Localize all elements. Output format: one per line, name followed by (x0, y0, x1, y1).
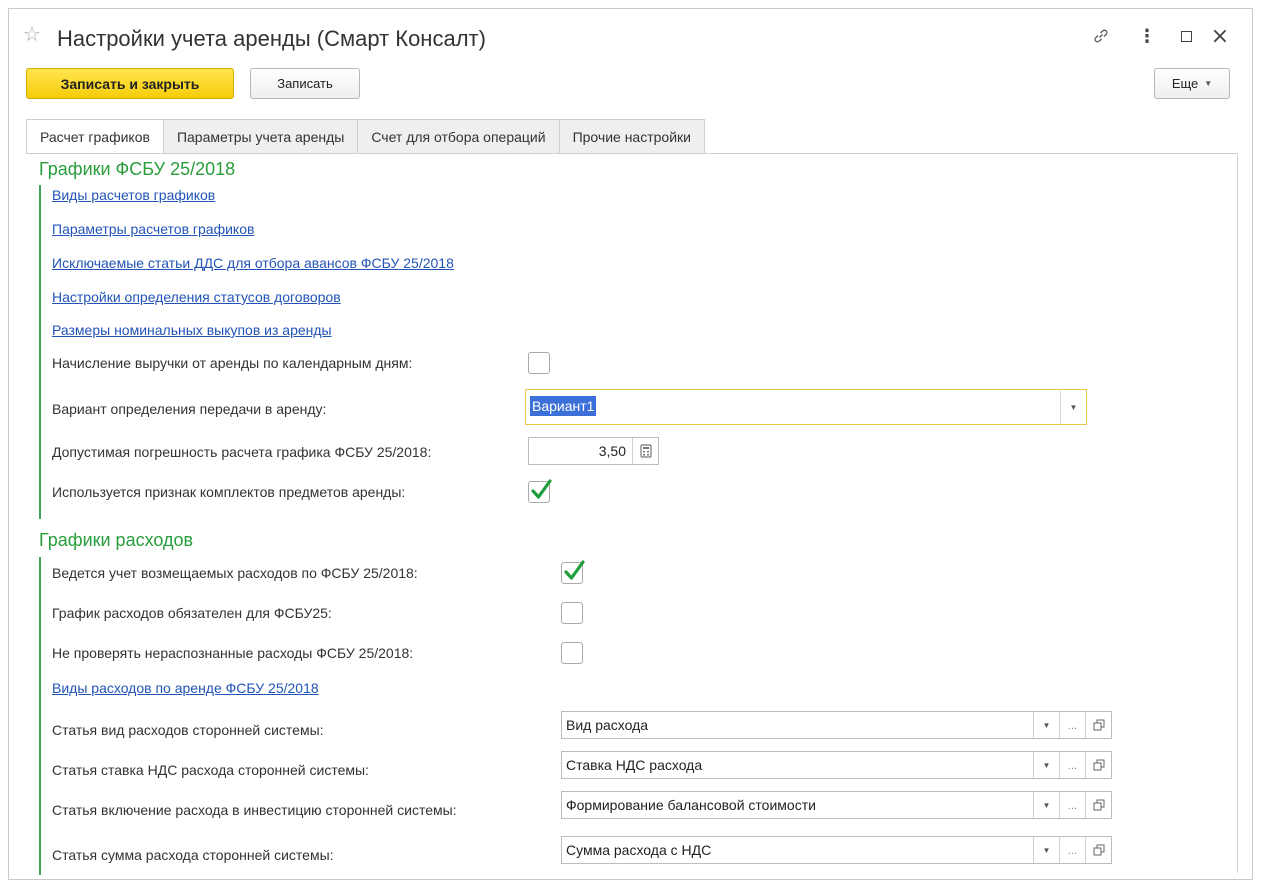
tab-lease-params[interactable]: Параметры учета аренды (163, 119, 359, 154)
open-icon[interactable] (1085, 752, 1111, 778)
vat-rate-select[interactable]: Ставка НДС расхода ▼ ... (561, 751, 1112, 779)
title-bar: ☆ Настройки учета аренды (Смарт Консалт)… (9, 9, 1252, 61)
schedule-required-label: График расходов обязателен для ФСБУ25: (52, 605, 332, 621)
skip-unrecognized-label: Не проверять нераспознанные расходы ФСБУ… (52, 645, 414, 661)
open-icon[interactable] (1085, 712, 1111, 738)
ellipsis-icon[interactable]: ... (1059, 837, 1085, 863)
calculator-icon[interactable] (632, 438, 658, 464)
chevron-down-icon: ▼ (1204, 79, 1213, 88)
reimbursable-label: Ведется учет возмещаемых расходов по ФСБ… (52, 565, 418, 581)
group-bar-schedules (39, 185, 41, 519)
tolerance-input[interactable]: 3,50 (528, 437, 659, 465)
expense-type-value: Вид расхода (566, 717, 649, 733)
tab-bar: Расчет графиков Параметры учета аренды С… (26, 119, 705, 154)
tab-panel-border-right (1237, 153, 1238, 873)
investment-select[interactable]: Формирование балансовой стоимости ▼ ... (561, 791, 1112, 819)
revenue-calendar-days-checkbox[interactable] (528, 352, 550, 374)
chevron-down-icon[interactable]: ▼ (1033, 837, 1059, 863)
tab-schedule-calc[interactable]: Расчет графиков (26, 119, 164, 154)
vat-rate-value: Ставка НДС расхода (566, 757, 703, 773)
group-title-expenses: Графики расходов (39, 530, 194, 550)
ellipsis-icon[interactable]: ... (1059, 752, 1085, 778)
group-bar-expenses (39, 557, 41, 875)
amount-value: Сумма расхода с НДС (566, 842, 712, 858)
field-label-vat-rate: Статья ставка НДС расхода сторонней сист… (52, 762, 369, 778)
ellipsis-icon[interactable]: ... (1059, 712, 1085, 738)
link-nominal-buyouts[interactable]: Размеры номинальных выкупов из аренды (52, 322, 332, 338)
chevron-down-icon[interactable]: ▼ (1033, 792, 1059, 818)
close-icon[interactable]: × (1209, 24, 1231, 49)
tab-account-filter[interactable]: Счет для отбора операций (358, 119, 560, 154)
field-label-expense-type: Статья вид расходов сторонней системы: (52, 722, 324, 738)
chevron-down-icon[interactable]: ▼ (1033, 752, 1059, 778)
save-and-close-button[interactable]: Записать и закрыть (26, 68, 234, 99)
tolerance-value: 3,50 (598, 443, 626, 459)
link-icon[interactable] (1090, 25, 1112, 47)
maximize-icon[interactable] (1175, 25, 1197, 47)
tab-panel-border (26, 153, 1238, 154)
tab-other-settings[interactable]: Прочие настройки (559, 119, 705, 154)
chevron-down-icon[interactable]: ▼ (1033, 712, 1059, 738)
checkmark-icon (531, 479, 552, 499)
tolerance-label: Допустимая погрешность расчета графика Ф… (52, 444, 432, 460)
field-label-investment: Статья включение расхода в инвестицию ст… (52, 802, 457, 818)
ellipsis-icon[interactable]: ... (1059, 792, 1085, 818)
field-label-amount: Статья сумма расхода сторонней системы: (52, 847, 334, 863)
transfer-variant-value: Вариант1 (530, 396, 597, 416)
star-icon[interactable]: ☆ (23, 23, 45, 45)
link-excluded-dds[interactable]: Исключаемые статьи ДДС для отбора авансо… (52, 255, 454, 271)
schedule-required-checkbox[interactable] (561, 602, 583, 624)
link-expense-types[interactable]: Виды расходов по аренде ФСБУ 25/2018 (52, 680, 319, 696)
transfer-variant-label: Вариант определения передачи в аренду: (52, 401, 327, 417)
save-button[interactable]: Записать (250, 68, 360, 99)
chevron-down-icon[interactable]: ▼ (1060, 390, 1086, 424)
transfer-variant-select[interactable]: Вариант1 ▼ (525, 389, 1087, 425)
more-button-label: Еще (1171, 76, 1199, 91)
checkmark-icon (564, 560, 585, 580)
more-button[interactable]: Еще ▼ (1154, 68, 1230, 99)
kits-flag-label: Используется признак комплектов предмето… (52, 484, 406, 500)
settings-window: ☆ Настройки учета аренды (Смарт Консалт)… (8, 8, 1253, 880)
reimbursable-checkbox[interactable] (561, 560, 585, 584)
window-title: Настройки учета аренды (Смарт Консалт) (57, 26, 486, 51)
revenue-calendar-days-label: Начисление выручки от аренды по календар… (52, 355, 413, 371)
more-vertical-icon[interactable]: ⋮ (1136, 25, 1158, 47)
expense-type-select[interactable]: Вид расхода ▼ ... (561, 711, 1112, 739)
link-contract-statuses[interactable]: Настройки определения статусов договоров (52, 289, 341, 305)
group-title-schedules: Графики ФСБУ 25/2018 (39, 159, 236, 179)
skip-unrecognized-checkbox[interactable] (561, 642, 583, 664)
link-calc-params[interactable]: Параметры расчетов графиков (52, 221, 254, 237)
open-icon[interactable] (1085, 837, 1111, 863)
open-icon[interactable] (1085, 792, 1111, 818)
kits-flag-checkbox[interactable] (528, 479, 552, 503)
investment-value: Формирование балансовой стоимости (566, 797, 816, 813)
link-calc-types[interactable]: Виды расчетов графиков (52, 187, 215, 203)
amount-select[interactable]: Сумма расхода с НДС ▼ ... (561, 836, 1112, 864)
